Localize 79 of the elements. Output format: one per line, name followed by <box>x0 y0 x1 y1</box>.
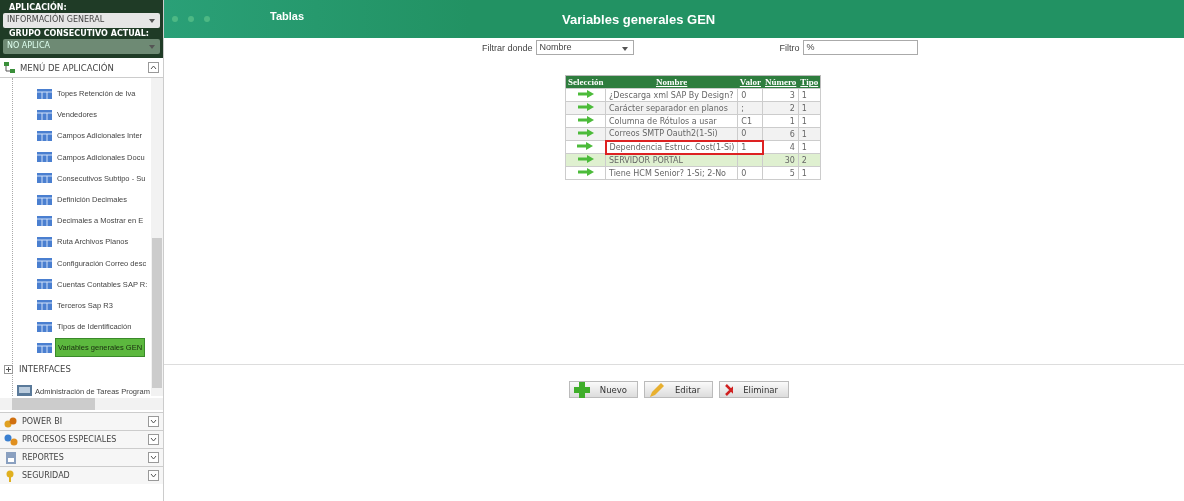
table-cell: C1 <box>737 114 763 128</box>
close-icon <box>724 382 734 397</box>
page-title: Variables generales GEN <box>562 11 716 27</box>
pencil-icon <box>649 381 665 398</box>
table-cell: Columna de Rótulos a usar <box>605 114 738 128</box>
arrow-icon[interactable] <box>577 103 594 111</box>
expand-icon[interactable] <box>148 470 159 481</box>
table-icon <box>37 236 52 247</box>
filter-field-select[interactable]: Nombre <box>535 40 634 55</box>
arrow-icon[interactable] <box>577 142 594 150</box>
table-cell: 3 <box>762 88 799 102</box>
table-cell: 1 <box>737 140 763 154</box>
application-label: APLICACIÓN: <box>8 3 68 12</box>
section-title: REPORTES <box>22 453 64 462</box>
tree-icon <box>4 61 16 74</box>
table-icon <box>37 130 52 141</box>
menu-title: MENÚ DE APLICACIÓN <box>20 62 114 73</box>
group-label: GRUPO CONSECUTIVO ACTUAL: <box>8 29 150 38</box>
group-select[interactable]: NO APLICA <box>3 39 160 54</box>
table-cell: 1 <box>798 166 821 180</box>
plus-icon <box>574 381 590 398</box>
accordion-section[interactable]: SEGURIDAD <box>0 466 163 484</box>
report-icon <box>4 451 18 464</box>
table-icon <box>37 152 52 163</box>
expand-icon[interactable] <box>148 416 159 427</box>
section-title: POWER BI <box>22 417 63 426</box>
table-cell: 1 <box>798 88 821 102</box>
column-header: Selección <box>565 75 606 89</box>
expand-icon[interactable] <box>4 364 13 374</box>
table-cell: 0 <box>737 166 763 180</box>
arrow-icon[interactable] <box>577 168 594 176</box>
menu-header[interactable]: MENÚ DE APLICACIÓN <box>0 58 163 78</box>
application-select[interactable]: INFORMACIÓN GENERAL <box>3 13 160 28</box>
accordion-section[interactable]: POWER BI <box>0 412 163 430</box>
table-icon <box>37 88 52 99</box>
table-icon <box>37 258 52 269</box>
collapse-icon[interactable] <box>148 62 159 73</box>
arrow-icon[interactable] <box>577 90 594 98</box>
table-cell: 5 <box>762 166 799 180</box>
table-cell: Tiene HCM Senior? 1-Si; 2-No <box>605 166 738 180</box>
table-cell: 1 <box>762 114 799 128</box>
table-cell: Dependencia Estruc. Cost(1-Si) <box>605 140 738 154</box>
table-icon <box>37 342 52 353</box>
coins-icon <box>4 415 18 428</box>
column-header[interactable]: Valor <box>737 75 763 89</box>
table-icon <box>37 194 52 205</box>
expand-icon[interactable] <box>148 452 159 463</box>
arrow-icon[interactable] <box>577 116 594 124</box>
table-icon <box>37 109 52 120</box>
column-header[interactable]: Número <box>762 75 799 89</box>
expand-icon[interactable] <box>148 434 159 445</box>
arrow-icon[interactable] <box>577 155 594 163</box>
arrow-icon[interactable] <box>577 129 594 137</box>
table-cell: 1 <box>798 140 821 154</box>
delete-button[interactable]: Eliminar <box>719 381 789 398</box>
table-cell: 4 <box>762 140 799 154</box>
table-cell: 0 <box>737 88 763 102</box>
table-icon <box>37 300 52 311</box>
table-icon <box>37 321 52 332</box>
table-icon <box>37 173 52 184</box>
table-cell: ¿Descarga xml SAP By Design? <box>605 88 738 102</box>
accordion-section[interactable]: PROCESOS ESPECIALES <box>0 430 163 448</box>
section-title: SEGURIDAD <box>22 471 70 480</box>
breadcrumb[interactable]: Tablas <box>270 10 305 22</box>
filter-label: Filtrar donde <box>482 42 533 53</box>
horizontal-scrollbar[interactable] <box>0 398 163 410</box>
column-header[interactable]: Nombre <box>605 75 738 89</box>
section-title: PROCESOS ESPECIALES <box>22 435 117 444</box>
table-cell: 1 <box>798 114 821 128</box>
vertical-scrollbar[interactable] <box>151 78 163 396</box>
accordion-section[interactable]: REPORTES <box>0 448 163 466</box>
filter-input[interactable]: % <box>802 40 918 55</box>
table-icon <box>37 279 52 290</box>
add-button[interactable]: Nuevo <box>569 381 638 398</box>
table-icon <box>37 215 52 226</box>
edit-button[interactable]: Editar <box>644 381 713 398</box>
column-header[interactable]: Tipo <box>798 75 821 89</box>
tree-folder[interactable]: INTERFACES <box>19 364 71 375</box>
filter-label: Filtro <box>779 42 800 53</box>
